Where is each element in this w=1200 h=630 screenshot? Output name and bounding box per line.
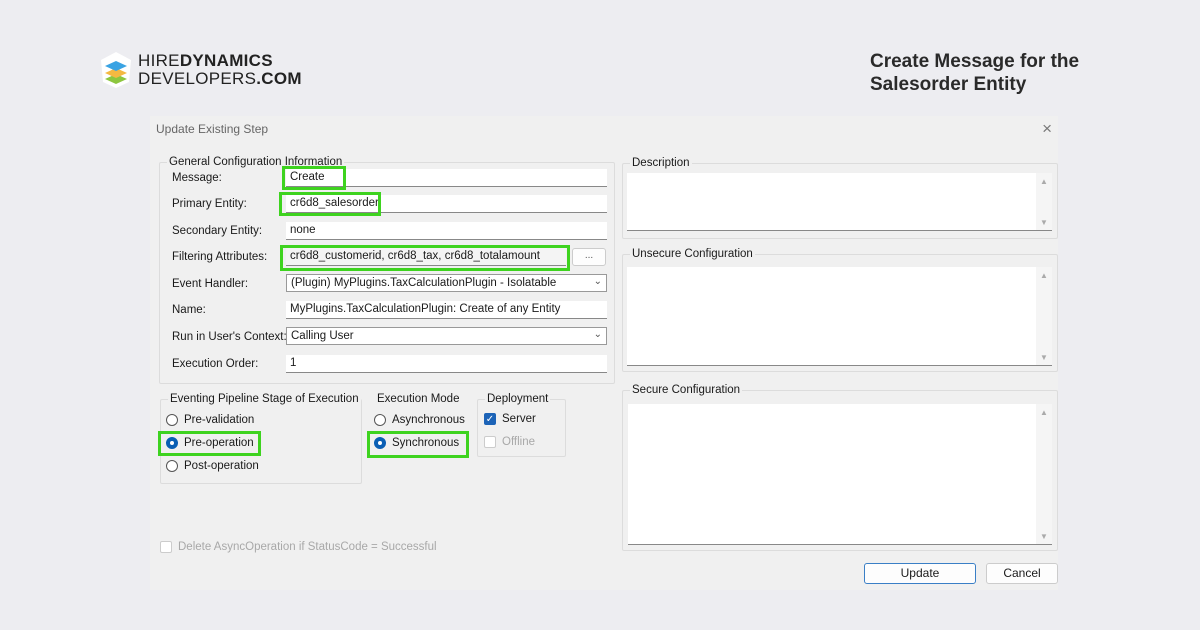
radio-pre-validation[interactable]: Pre-validation (166, 414, 254, 426)
secondary-entity-label: Secondary Entity: (172, 225, 263, 237)
group-label: Unsecure Configuration (630, 248, 755, 260)
group-label: Deployment (485, 393, 551, 405)
check-icon: ✓ (484, 413, 496, 425)
checkbox-label: Delete AsyncOperation if StatusCode = Su… (178, 541, 437, 553)
scroll-up-icon[interactable]: ▲ (1040, 177, 1048, 186)
cancel-button[interactable]: Cancel (986, 563, 1058, 584)
radio-post-operation[interactable]: Post-operation (166, 460, 259, 472)
event-handler-label: Event Handler: (172, 278, 249, 290)
radio-label: Asynchronous (392, 414, 465, 426)
deployment-group: Deployment (477, 393, 566, 457)
run-context-label: Run in User's Context: (172, 331, 287, 343)
scroll-up-icon[interactable]: ▲ (1040, 271, 1048, 280)
brand-wordmark: HIREDYNAMICS DEVELOPERS.COM (138, 51, 302, 88)
close-icon[interactable]: × (1042, 119, 1052, 139)
highlight-box (367, 431, 469, 458)
scroll-up-icon[interactable]: ▲ (1040, 408, 1048, 417)
secondary-entity-field[interactable]: none (286, 222, 607, 240)
dialog-title: Update Existing Step (156, 122, 269, 136)
unsecure-config-textarea[interactable]: ▲ ▼ (627, 267, 1052, 366)
checkbox-box (160, 541, 172, 553)
group-label: Secure Configuration (630, 384, 743, 396)
offline-checkbox[interactable]: Offline (484, 436, 535, 448)
radio-dot (374, 414, 386, 426)
delete-async-checkbox[interactable]: Delete AsyncOperation if StatusCode = Su… (160, 541, 437, 553)
radio-label: Pre-validation (184, 414, 255, 426)
group-label: Eventing Pipeline Stage of Execution (168, 393, 361, 405)
description-textarea[interactable]: ▲ ▼ (627, 173, 1052, 231)
radio-dot (166, 460, 178, 472)
run-context-value: Calling User (291, 330, 354, 342)
browse-attributes-button[interactable]: ... (572, 248, 606, 266)
highlight-box (279, 192, 381, 216)
update-step-dialog: Update Existing Step × General Configura… (150, 116, 1058, 590)
highlight-box (282, 166, 346, 190)
secure-config-textarea[interactable]: ▲ ▼ (628, 404, 1052, 545)
radio-asynchronous[interactable]: Asynchronous (374, 414, 465, 426)
radio-label: Post-operation (184, 460, 259, 472)
chevron-down-icon: ⌄ (593, 276, 602, 287)
scroll-down-icon[interactable]: ▼ (1040, 532, 1048, 541)
highlight-box (158, 431, 261, 456)
checkbox-box (484, 436, 496, 448)
execution-order-label: Execution Order: (172, 358, 259, 370)
scrollbar[interactable]: ▲ ▼ (1036, 173, 1052, 230)
primary-entity-label: Primary Entity: (172, 198, 247, 210)
radio-dot (166, 414, 178, 426)
stacked-layers-icon (101, 52, 131, 88)
update-button[interactable]: Update (864, 563, 976, 584)
checkbox-label: Server (502, 413, 536, 425)
execution-order-field[interactable]: 1 (286, 355, 607, 373)
group-label: Execution Mode (375, 393, 462, 405)
event-handler-select[interactable]: (Plugin) MyPlugins.TaxCalculationPlugin … (286, 274, 607, 292)
scroll-down-icon[interactable]: ▼ (1040, 218, 1048, 227)
checkbox-label: Offline (502, 436, 536, 448)
scrollbar[interactable]: ▲ ▼ (1036, 404, 1052, 544)
highlight-box (280, 245, 570, 271)
group-label: Description (630, 157, 692, 169)
brand-logo: HIREDYNAMICS DEVELOPERS.COM (98, 50, 302, 90)
message-label: Message: (172, 172, 222, 184)
scroll-down-icon[interactable]: ▼ (1040, 353, 1048, 362)
run-context-select[interactable]: Calling User ⌄ (286, 327, 607, 345)
page-headline: Create Message for the Salesorder Entity (870, 51, 1080, 95)
scrollbar[interactable]: ▲ ▼ (1036, 267, 1052, 365)
name-field[interactable]: MyPlugins.TaxCalculationPlugin: Create o… (286, 301, 607, 319)
name-label: Name: (172, 304, 206, 316)
server-checkbox[interactable]: ✓ Server (484, 413, 536, 425)
event-handler-value: (Plugin) MyPlugins.TaxCalculationPlugin … (291, 277, 557, 289)
chevron-down-icon: ⌄ (593, 329, 602, 340)
filtering-attributes-label: Filtering Attributes: (172, 251, 268, 263)
